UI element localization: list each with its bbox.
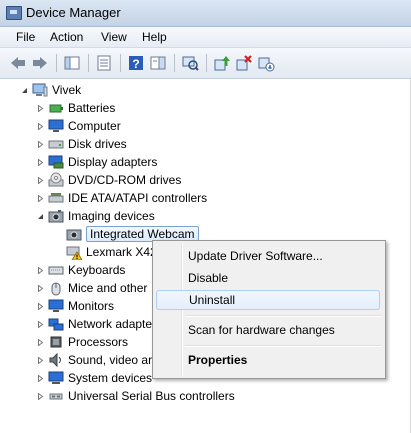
- expand-arrow-icon[interactable]: [36, 279, 44, 297]
- processor-icon: [48, 334, 64, 350]
- uninstall-icon[interactable]: [234, 53, 254, 73]
- expand-arrow-icon[interactable]: [36, 333, 44, 351]
- tree-root[interactable]: Vivek: [20, 81, 81, 99]
- tree-item-label: Universal Serial Bus controllers: [68, 389, 235, 403]
- tree-item-display-adapters[interactable]: Display adapters: [36, 153, 157, 171]
- tree-item-label: Lexmark X42: [86, 245, 157, 259]
- help-icon[interactable]: ?: [126, 53, 146, 73]
- expand-arrow-icon[interactable]: [36, 135, 44, 153]
- tree-root-label: Vivek: [52, 83, 82, 97]
- expand-arrow-icon[interactable]: [36, 171, 44, 189]
- window-title: Device Manager: [26, 5, 121, 20]
- menu-file[interactable]: File: [16, 30, 35, 44]
- expand-arrow-icon[interactable]: [36, 153, 44, 171]
- tree-item-label: System devices: [68, 371, 153, 385]
- tree-item-label: Mice and other: [68, 281, 148, 295]
- menu-item-properties[interactable]: Properties: [156, 350, 380, 370]
- menu-item-disable[interactable]: Disable: [156, 268, 380, 288]
- mouse-icon: [48, 280, 64, 296]
- tree-item-label: Disk drives: [68, 137, 127, 151]
- expand-arrow-icon[interactable]: [36, 297, 44, 315]
- system-device-icon: [48, 370, 64, 386]
- tree-item-disk-drives[interactable]: Disk drives: [36, 135, 127, 153]
- tree-item-label: Imaging devices: [68, 209, 155, 223]
- collapse-arrow-icon[interactable]: [36, 207, 44, 225]
- tree-item-dvd-drives[interactable]: DVD/CD-ROM drives: [36, 171, 181, 189]
- battery-icon: [48, 100, 64, 116]
- tree-item-usb-controllers[interactable]: Universal Serial Bus controllers: [36, 387, 235, 405]
- expand-arrow-icon[interactable]: [36, 99, 44, 117]
- ide-controller-icon: [48, 190, 64, 206]
- tree-item-computer[interactable]: Computer: [36, 117, 121, 135]
- tree-item-imaging-devices[interactable]: Imaging devices: [36, 207, 155, 225]
- monitor-icon: [48, 118, 64, 134]
- expand-arrow-icon[interactable]: [36, 387, 44, 405]
- tree-item-label: Computer: [68, 119, 121, 133]
- tree-item-keyboards[interactable]: Keyboards: [36, 261, 125, 279]
- forward-arrow-icon[interactable]: [30, 53, 50, 73]
- expand-arrow-icon[interactable]: [36, 261, 44, 279]
- computer-icon: [32, 82, 48, 98]
- menu-help[interactable]: Help: [142, 30, 167, 44]
- tree-item-ide-controllers[interactable]: IDE ATA/ATAPI controllers: [36, 189, 207, 207]
- tree-item-monitors[interactable]: Monitors: [36, 297, 114, 315]
- toolbar: ?: [0, 48, 411, 79]
- back-arrow-icon[interactable]: [8, 53, 28, 73]
- expand-arrow-icon[interactable]: [36, 369, 44, 387]
- tree-item-network-adapters[interactable]: Network adapte: [36, 315, 152, 333]
- show-hide-tree-icon[interactable]: [62, 53, 82, 73]
- menu-separator: [185, 315, 382, 317]
- speaker-icon: [48, 352, 64, 368]
- action-pane-icon[interactable]: [148, 53, 168, 73]
- tree-item-label: Sound, video ar: [68, 353, 153, 367]
- tree-item-label: Display adapters: [68, 155, 158, 169]
- tree-item-lexmark[interactable]: Lexmark X42: [66, 243, 157, 261]
- tree-item-label: IDE ATA/ATAPI controllers: [68, 191, 208, 205]
- disable-icon[interactable]: [256, 53, 276, 73]
- device-manager-icon: [6, 6, 22, 20]
- menu-item-update-driver[interactable]: Update Driver Software...: [156, 246, 380, 266]
- expand-arrow-icon[interactable]: [36, 315, 44, 333]
- title-bar: Device Manager: [0, 0, 411, 27]
- display-adapter-icon: [48, 154, 64, 170]
- dvd-drive-icon: [48, 172, 64, 188]
- expand-arrow-icon[interactable]: [36, 117, 44, 135]
- update-driver-icon[interactable]: [212, 53, 232, 73]
- usb-icon: [48, 388, 64, 404]
- keyboard-icon: [48, 262, 64, 278]
- expand-arrow-icon[interactable]: [36, 351, 44, 369]
- tree-item-sound-video[interactable]: Sound, video ar: [36, 351, 152, 369]
- tree-item-label: Processors: [68, 335, 129, 349]
- scan-hardware-icon[interactable]: [180, 53, 200, 73]
- monitor-icon: [48, 298, 64, 314]
- context-menu: Update Driver Software... Disable Uninst…: [152, 240, 386, 379]
- tree-item-processors[interactable]: Processors: [36, 333, 128, 351]
- properties-icon[interactable]: [94, 53, 114, 73]
- tree-item-label: DVD/CD-ROM drives: [68, 173, 182, 187]
- menu-item-scan-hardware[interactable]: Scan for hardware changes: [156, 320, 380, 340]
- collapse-arrow-icon[interactable]: [20, 81, 28, 99]
- tree-item-label: Batteries: [68, 101, 116, 115]
- menu-separator: [185, 345, 382, 347]
- tree-item-batteries[interactable]: Batteries: [36, 99, 115, 117]
- network-adapter-icon: [48, 316, 64, 332]
- warning-device-icon: [66, 244, 82, 260]
- menu-bar: File Action View Help: [0, 27, 411, 48]
- tree-item-label: Monitors: [68, 299, 115, 313]
- tree-item-system-devices[interactable]: System devices: [36, 369, 152, 387]
- tree-item-mice[interactable]: Mice and other: [36, 279, 147, 297]
- menu-view[interactable]: View: [101, 30, 127, 44]
- menu-item-uninstall[interactable]: Uninstall: [156, 290, 380, 310]
- tree-item-label: Keyboards: [68, 263, 126, 277]
- expand-arrow-icon[interactable]: [36, 189, 44, 207]
- disk-drive-icon: [48, 136, 64, 152]
- camera-icon: [48, 208, 64, 224]
- svg-text:?: ?: [132, 57, 139, 71]
- menu-action[interactable]: Action: [50, 30, 83, 44]
- tree-item-label: Network adapte: [68, 317, 153, 331]
- webcam-icon: [66, 226, 82, 242]
